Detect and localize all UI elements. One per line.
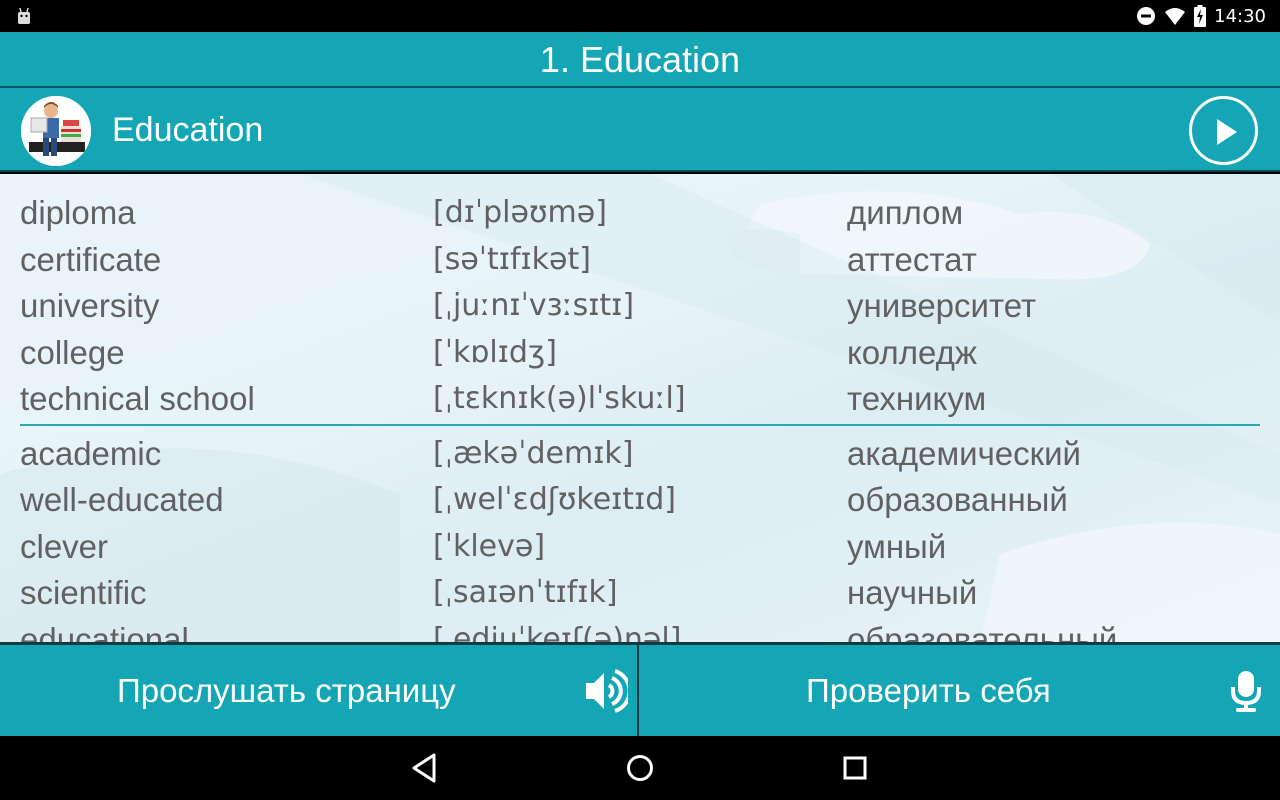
do-not-disturb-icon	[1137, 7, 1156, 25]
vocab-transcription: [ˈklevə]	[433, 528, 546, 564]
vocab-row[interactable]: educational [ˌedjuˈkeɪʃ(ə)nəl] образовател…	[0, 617, 1280, 643]
back-icon[interactable]	[406, 750, 442, 786]
vocab-row[interactable]: certificate [səˈtɪfɪkət] аттестат	[0, 237, 1280, 284]
vocab-transcription: [ˌwelˈɛdʃʊkeɪtɪd]	[433, 482, 676, 517]
vocab-translation: диплом	[847, 194, 964, 231]
vocabulary-list: diploma [dɪˈpləʊmə] диплом certificate [səˈt…	[0, 190, 1280, 642]
navigation-bar	[0, 736, 1280, 800]
vocab-translation: колледж	[847, 333, 977, 371]
vocab-translation: аттестат	[847, 240, 977, 278]
check-yourself-label: Проверить себя	[806, 672, 1051, 709]
bottom-action-bar: Прослушать страницу Проверить себя	[0, 642, 1280, 736]
vocab-row[interactable]: university [ˌjuːnɪˈvɜːsɪtɪ] университет	[0, 283, 1280, 330]
vocab-row[interactable]: technical school [ˌtɛknɪk(ə)lˈskuːl] техни…	[0, 376, 1280, 423]
vocab-row[interactable]: diploma [dɪˈpləʊmə] диплом	[0, 190, 1280, 237]
lesson-avatar	[21, 96, 91, 166]
listen-page-button[interactable]: Прослушать страницу	[0, 645, 639, 736]
vocab-translation: техникум	[847, 380, 987, 417]
vocab-word: college	[20, 333, 125, 371]
vocab-word: certificate	[20, 240, 162, 278]
play-button[interactable]	[1189, 96, 1258, 165]
vocab-transcription: [ˌækəˈdemɪk]	[433, 435, 634, 471]
speaker-icon	[586, 669, 628, 713]
vocab-word: technical school	[20, 380, 255, 417]
vocab-translation: образованный	[847, 481, 1068, 518]
vocab-word: scientific	[20, 574, 147, 611]
vocab-row[interactable]: well-educated [ˌwelˈɛdʃʊkeɪtɪd] образованн…	[0, 477, 1280, 524]
vocab-word: clever	[20, 527, 109, 565]
vocab-translation: научный	[847, 574, 978, 611]
vocab-transcription: [ˌsaɪənˈtɪfɪk]	[433, 575, 618, 610]
vocab-word: educational	[20, 620, 189, 643]
recents-icon[interactable]	[837, 750, 873, 786]
check-yourself-button[interactable]: Проверить себя	[639, 645, 1280, 736]
play-icon	[1217, 119, 1237, 145]
page-title: 1. Education	[0, 32, 1280, 86]
vocab-translation: умный	[847, 527, 947, 565]
battery-charging-icon	[1194, 5, 1207, 27]
vocab-row[interactable]: clever [ˈklevə] умный	[0, 524, 1280, 571]
vocab-translation: академический	[847, 434, 1081, 472]
vocab-word: academic	[20, 434, 162, 472]
vocab-row[interactable]: academic [ˌækəˈdemɪk] академический	[0, 431, 1280, 478]
boy-reading-books-image	[21, 96, 91, 166]
status-bar: 14:30	[0, 0, 1280, 32]
vocab-transcription: [ˌtɛknɪk(ə)lˈskuːl]	[433, 381, 686, 416]
vocab-translation: образовательный	[847, 620, 1118, 643]
vocab-transcription: [səˈtɪfɪkət]	[433, 241, 591, 277]
vocab-word: diploma	[20, 194, 136, 231]
vocabulary-panel[interactable]: diploma [dɪˈpləʊmə] диплом certificate [səˈt…	[0, 174, 1280, 642]
vocab-transcription: [dɪˈpləʊmə]	[433, 195, 607, 230]
lesson-title: Education	[112, 111, 264, 149]
microphone-icon	[1231, 671, 1261, 712]
vocab-row[interactable]: college [ˈkɒlɪdʒ] колледж	[0, 330, 1280, 377]
home-icon[interactable]	[622, 750, 658, 786]
wifi-icon	[1165, 8, 1186, 25]
vocab-transcription: [ˈkɒlɪdʒ]	[433, 334, 557, 370]
vocab-transcription: [ˌedjuˈkeɪʃ(ə)nəl]	[433, 621, 682, 643]
vocab-transcription: [ˌjuːnɪˈvɜːsɪtɪ]	[433, 288, 635, 323]
lesson-header: Education	[0, 86, 1280, 172]
vocab-word: well-educated	[20, 481, 224, 518]
clock: 14:30	[1214, 5, 1266, 27]
group-divider	[0, 423, 1280, 431]
android-debug-icon	[18, 7, 30, 24]
vocab-translation: университет	[847, 287, 1037, 324]
vocab-word: university	[20, 287, 160, 324]
listen-page-label: Прослушать страницу	[117, 672, 456, 709]
vocab-row[interactable]: scientific [ˌsaɪənˈtɪfɪk] научный	[0, 570, 1280, 617]
